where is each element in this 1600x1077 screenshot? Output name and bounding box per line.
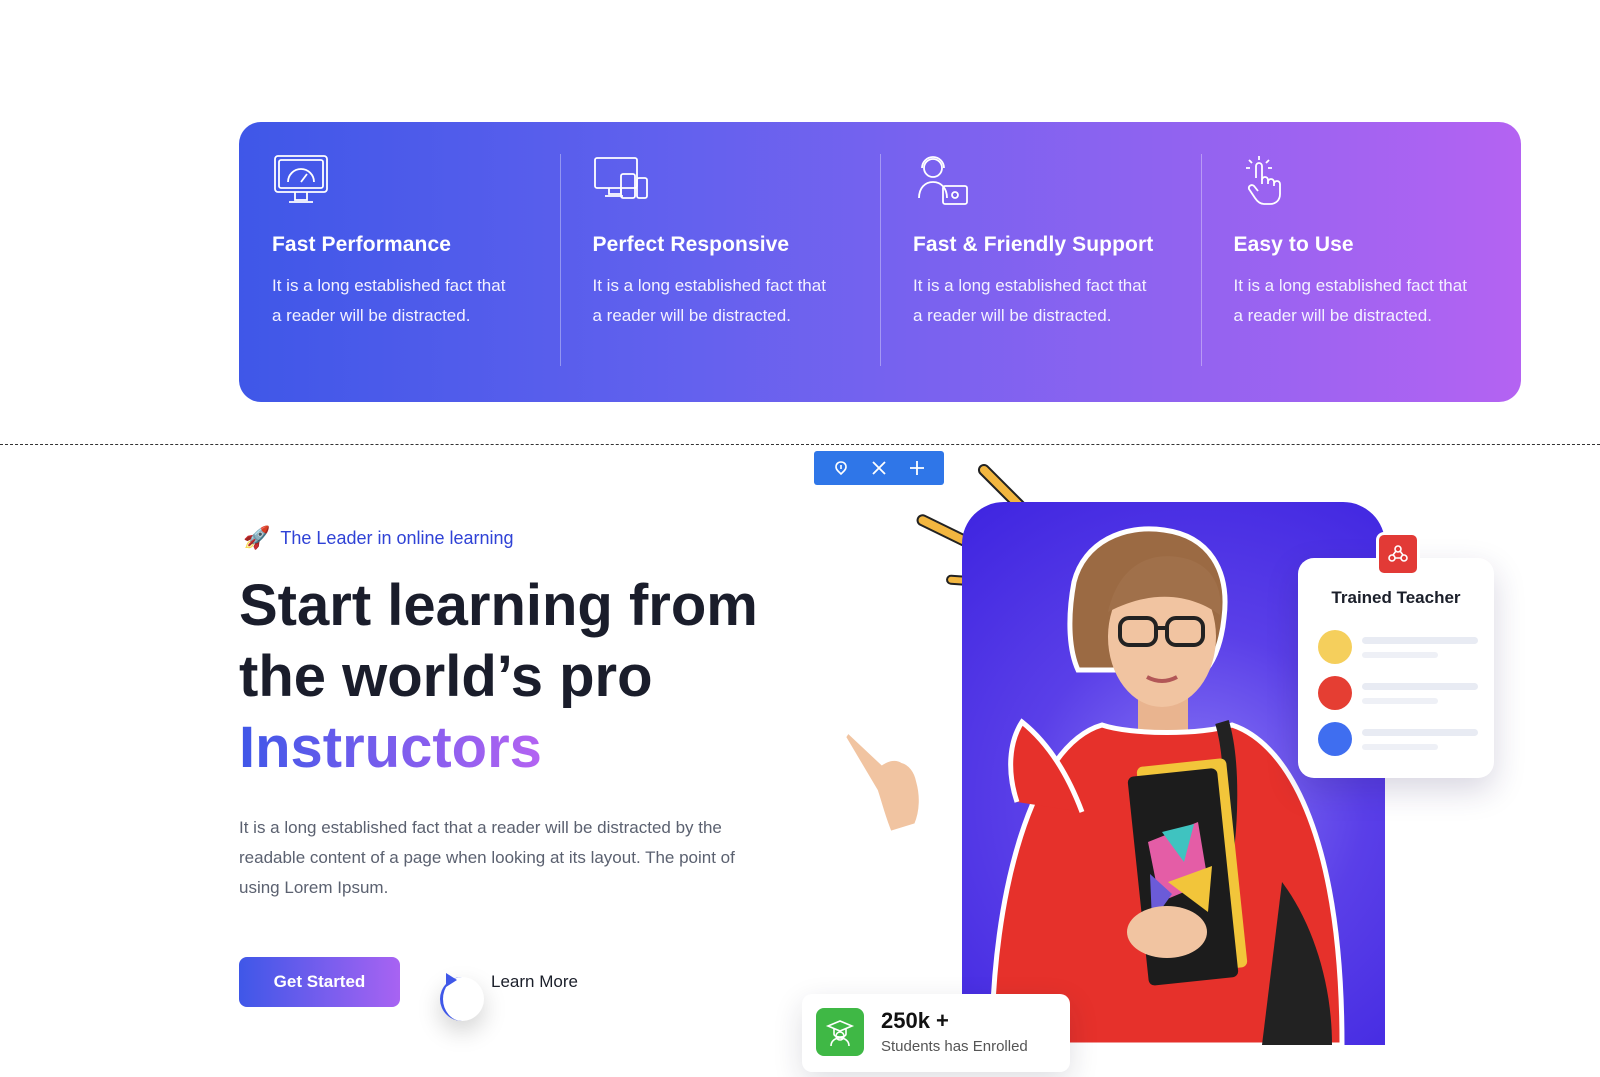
trained-teacher-card: Trained Teacher (1298, 532, 1494, 778)
feature-text: It is a long established fact that a rea… (913, 276, 1147, 325)
play-icon (446, 973, 457, 987)
hero-title: Start learning from the world’s pro Inst… (239, 570, 799, 783)
feature-title: Fast & Friendly Support (913, 233, 1154, 256)
placeholder-lines (1362, 682, 1478, 704)
hero-description: It is a long established fact that a rea… (239, 818, 735, 897)
section-divider (0, 444, 1600, 445)
drag-handle-icon[interactable] (831, 458, 851, 478)
hero-title-highlight: Instructors (239, 715, 542, 780)
students-enrolled-card: 250k + Students has Enrolled (802, 994, 1070, 1072)
close-icon[interactable] (869, 458, 889, 478)
avatar-dot (1318, 676, 1352, 710)
rocket-icon: 🚀 (243, 525, 271, 550)
teacher-row (1318, 722, 1478, 756)
feature-title: Easy to Use (1233, 233, 1354, 256)
learn-more-link[interactable]: Learn More (491, 972, 578, 992)
feature-perfect-responsive: Perfect Responsive It is a long establis… (559, 122, 881, 402)
graduate-icon (816, 1008, 864, 1056)
placeholder-lines (1362, 636, 1478, 658)
tagline-text: The Leader in online learning (280, 527, 514, 548)
teacher-badge-icon (1376, 532, 1420, 576)
avatar-dot (1318, 630, 1352, 664)
responsive-devices-icon (593, 157, 648, 199)
plus-icon[interactable] (907, 458, 927, 478)
feature-easy-to-use: Easy to Use It is a long established fac… (1200, 122, 1522, 402)
enrolled-count: 250k + (881, 1008, 949, 1033)
get-started-button[interactable]: Get Started (239, 957, 400, 1007)
feature-text: It is a long established fact that a rea… (272, 276, 506, 325)
play-button[interactable] (440, 973, 484, 1021)
support-agent-icon (918, 156, 968, 205)
hero-title-line1: Start learning from (239, 573, 758, 638)
editor-toolbar (814, 451, 944, 485)
avatar-dot (1318, 722, 1352, 756)
feature-title: Perfect Responsive (592, 233, 790, 256)
feature-text: It is a long established fact that a rea… (1233, 276, 1467, 325)
hero-title-line2: the world’s pro (239, 644, 653, 709)
pointing-hand-illustration (841, 727, 923, 835)
placeholder-lines (1362, 728, 1478, 750)
feature-fast-performance: Fast Performance It is a long establishe… (239, 122, 560, 402)
feature-text: It is a long established fact that a rea… (592, 276, 826, 325)
teacher-row (1318, 630, 1478, 664)
tap-hand-icon (1245, 156, 1281, 205)
feature-title: Fast Performance (272, 233, 452, 256)
feature-friendly-support: Fast & Friendly Support It is a long est… (880, 122, 1201, 402)
teacher-card-title: Trained Teacher (1331, 588, 1461, 607)
enrolled-label: Students has Enrolled (881, 1038, 1028, 1055)
hero-tagline: 🚀 The Leader in online learning (243, 526, 514, 550)
speedometer-monitor-icon (274, 155, 328, 203)
features-band: Fast Performance It is a long establishe… (239, 122, 1521, 402)
teacher-row (1318, 676, 1478, 710)
